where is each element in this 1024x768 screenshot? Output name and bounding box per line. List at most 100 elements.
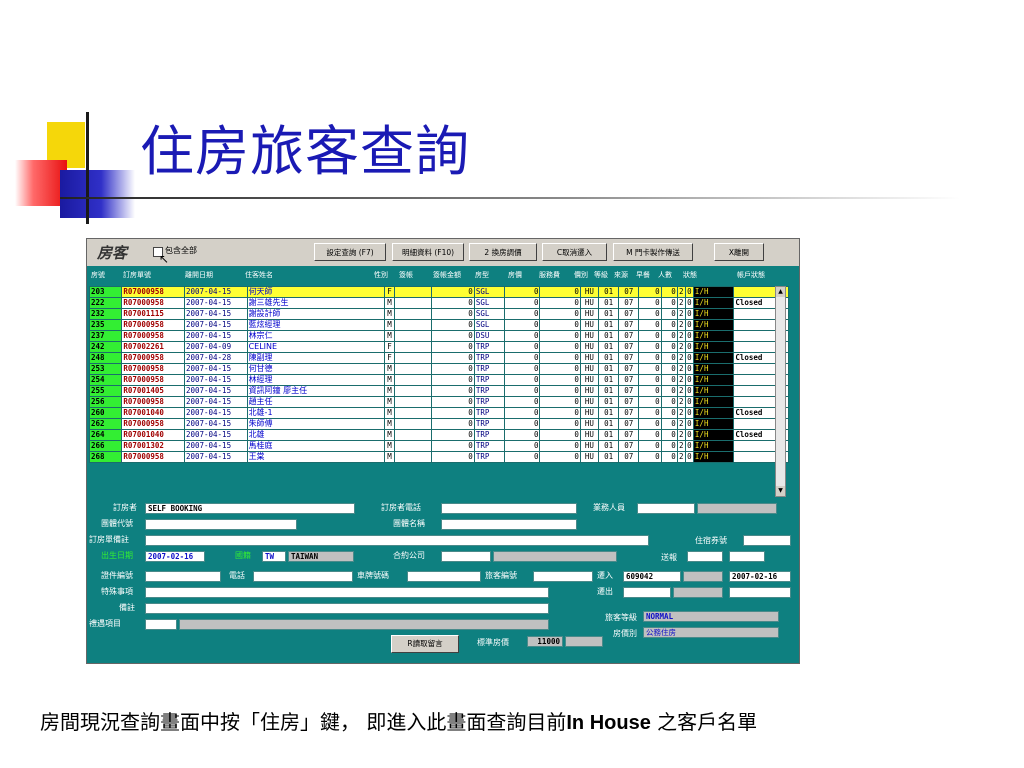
pax-extra-cell[interactable]: 0 [684,385,694,397]
service-cell[interactable]: 0 [539,429,581,441]
breakfast-cell[interactable]: 0 [638,407,662,419]
discount-amount-cell[interactable]: 0 [431,429,475,441]
pax-extra-cell[interactable]: 0 [684,429,694,441]
room-type-cell[interactable]: TRP [473,451,506,463]
guest-name-cell[interactable]: CELINE [246,341,385,353]
table-scrollbar[interactable]: ▲ ▼ [775,286,786,497]
checkout-date-cell[interactable]: 2007-04-15 [183,363,248,375]
pax-extra-cell[interactable]: 0 [684,341,694,353]
booker-phone-field[interactable] [441,503,577,514]
pax-count-cell[interactable]: 2 [676,418,686,430]
pax-cell[interactable]: 0 [660,363,678,375]
room-type-cell[interactable]: TRP [473,341,506,353]
pax-cell[interactable]: 0 [660,319,678,331]
scroll-up-icon[interactable]: ▲ [776,287,785,297]
discount-cell[interactable] [394,330,433,342]
room-cell[interactable]: 254 [88,374,123,386]
scroll-down-icon[interactable]: ▼ [776,486,785,496]
guest-name-cell[interactable]: 朱師傅 [246,418,385,430]
status-cell[interactable]: I/H [692,286,735,298]
price-class-cell[interactable]: HU [579,407,600,419]
phone-field[interactable] [253,571,353,582]
order-cell[interactable]: R07001302 [121,440,185,452]
room-type-cell[interactable]: TRP [473,352,506,364]
discount-amount-cell[interactable]: 0 [431,341,475,353]
source-cell[interactable]: 07 [618,385,640,397]
table-row[interactable]: 235 R07000958 2007-04-15 藍炫經理 M 0 SGL 0 0 HU 01 07 0… [88,319,790,331]
status-cell[interactable]: I/H [692,396,735,408]
source-cell[interactable]: 07 [618,352,640,364]
room-type-cell[interactable]: TRP [473,374,506,386]
pax-cell[interactable]: 0 [660,286,678,298]
room-cell[interactable]: 237 [88,330,123,342]
service-cell[interactable]: 0 [539,407,581,419]
room-type-cell[interactable]: TRP [473,440,506,452]
status-cell[interactable]: I/H [692,407,735,419]
breakfast-cell[interactable]: 0 [638,396,662,408]
guest-name-cell[interactable]: 藍炫經理 [246,319,385,331]
price-class-cell[interactable]: HU [579,352,600,364]
discount-amount-cell[interactable]: 0 [431,297,475,309]
checkout-date-cell[interactable]: 2007-04-15 [183,286,248,298]
price-class-cell[interactable]: HU [579,440,600,452]
discount-cell[interactable] [394,319,433,331]
details-button[interactable]: 明細資料 (F10) [392,243,464,261]
price-class-cell[interactable]: HU [579,451,600,463]
checkout-field[interactable] [623,587,671,598]
checkout-date-cell[interactable]: 2007-04-15 [183,374,248,386]
order-cell[interactable]: R07000958 [121,319,185,331]
breakfast-cell[interactable]: 0 [638,308,662,320]
status-cell[interactable]: I/H [692,429,735,441]
checkout-date-cell[interactable]: 2007-04-15 [183,385,248,397]
pax-count-cell[interactable]: 2 [676,297,686,309]
gender-cell[interactable]: M [383,407,396,419]
sales-field[interactable] [637,503,695,514]
order-cell[interactable]: R07001040 [121,407,185,419]
room-cell[interactable]: 268 [88,451,123,463]
price-class-cell[interactable]: HU [579,341,600,353]
pax-count-cell[interactable]: 2 [676,330,686,342]
discount-amount-cell[interactable]: 0 [431,440,475,452]
pax-extra-cell[interactable]: 0 [684,286,694,298]
pax-count-cell[interactable]: 2 [676,451,686,463]
breakfast-cell[interactable]: 0 [638,352,662,364]
service-cell[interactable]: 0 [539,374,581,386]
guest-name-cell[interactable]: 陳副理 [246,352,385,364]
table-row[interactable]: 256 R07000958 2007-04-15 趙主任 M 0 TRP 0 0 HU 01 07 0 0… [88,396,790,408]
rate-cell[interactable]: 0 [504,286,541,298]
service-cell[interactable]: 0 [539,418,581,430]
source-cell[interactable]: 07 [618,374,640,386]
grade-cell[interactable]: 01 [598,330,620,342]
discount-cell[interactable] [394,308,433,320]
discount-cell[interactable] [394,286,433,298]
checkin-no-field[interactable]: 609042 [623,571,681,582]
rate-cell[interactable]: 0 [504,341,541,353]
room-cell[interactable]: 262 [88,418,123,430]
room-type-cell[interactable]: SGL [473,286,506,298]
discount-amount-cell[interactable]: 0 [431,407,475,419]
pax-cell[interactable]: 0 [660,341,678,353]
account-status-cell[interactable]: Closed [733,429,777,441]
status-cell[interactable]: I/H [692,319,735,331]
grade-cell[interactable]: 01 [598,429,620,441]
grade-cell[interactable]: 01 [598,451,620,463]
pax-count-cell[interactable]: 2 [676,440,686,452]
gender-cell[interactable]: M [383,396,396,408]
grade-cell[interactable]: 01 [598,418,620,430]
rate-cell[interactable]: 0 [504,407,541,419]
table-row[interactable]: 255 R07001405 2007-04-15 資訊阿鐘 廖主任 M 0 TRP 0 0 HU 0… [88,385,790,397]
guest-name-cell[interactable]: 趙主任 [246,396,385,408]
discount-cell[interactable] [394,451,433,463]
pax-count-cell[interactable]: 2 [676,286,686,298]
room-type-cell[interactable]: SGL [473,319,506,331]
rate-cell[interactable]: 0 [504,297,541,309]
pax-count-cell[interactable]: 2 [676,374,686,386]
account-status-cell[interactable] [733,440,777,452]
discount-cell[interactable] [394,363,433,375]
service-cell[interactable]: 0 [539,352,581,364]
gender-cell[interactable]: M [383,429,396,441]
price-class-cell[interactable]: HU [579,418,600,430]
table-row[interactable]: 237 R07000958 2007-04-15 林宗仁 M 0 DSU 0 0 HU 01 07 0 0… [88,330,790,342]
discount-cell[interactable] [394,396,433,408]
grade-cell[interactable]: 01 [598,440,620,452]
